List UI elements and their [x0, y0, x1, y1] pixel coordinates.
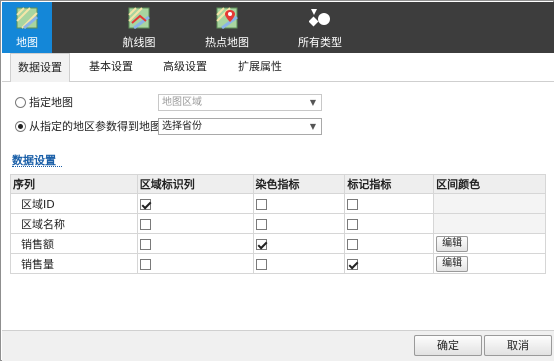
tab-advanced-settings[interactable]: 高级设置	[155, 53, 215, 82]
chart-type-label: 航线图	[122, 36, 156, 49]
series-name: 区域名称	[10, 213, 138, 234]
specified-map-option[interactable]: 指定地图	[15, 94, 155, 112]
series-name: 销售量	[10, 253, 138, 274]
map-region-select-value: 地图区域	[162, 97, 202, 108]
range-color-cell: 编辑	[433, 233, 546, 254]
hotspot-map-icon	[216, 7, 238, 30]
section-divider	[12, 166, 62, 167]
mark-metric-checkbox[interactable]	[347, 218, 359, 230]
mark-metric-checkbox[interactable]	[347, 258, 359, 270]
route-map-icon	[128, 7, 150, 30]
cancel-button[interactable]: 取消	[484, 335, 552, 356]
chart-type-hotspot-map[interactable]: 热点地图	[192, 2, 262, 53]
dialog-footer: 确定 取消	[2, 330, 554, 361]
series-name: 区域ID	[10, 193, 138, 214]
chart-type-label: 热点地图	[205, 36, 249, 49]
region-param-radio[interactable]	[15, 121, 26, 132]
chart-type-all-types[interactable]: 所有类型	[288, 2, 352, 53]
chevron-down-icon: ▼	[309, 98, 317, 107]
map-region-select[interactable]: 地图区域 ▼	[158, 94, 322, 111]
region-id-checkbox[interactable]	[139, 198, 151, 210]
range-color-cell: 编辑	[433, 253, 546, 274]
column-header: 区域标识列	[136, 174, 254, 194]
edit-range-color-button[interactable]: 编辑	[436, 255, 469, 272]
tab-data-settings[interactable]: 数据设置	[10, 53, 70, 83]
mark-metric-checkbox[interactable]	[347, 198, 359, 210]
range-color-cell	[433, 193, 546, 214]
chevron-down-icon: ▼	[309, 122, 317, 131]
column-header: 染色指标	[252, 174, 346, 194]
column-header: 序列	[10, 174, 138, 194]
column-header: 标记指标	[344, 174, 435, 194]
region-id-checkbox[interactable]	[139, 238, 151, 250]
data-settings-panel: 指定地图 地图区域 ▼ 从指定的地区参数得到地图 选择省份 ▼ 数据设置 序列 …	[2, 82, 554, 330]
settings-tabs: 数据设置 基本设置 高级设置 扩展属性	[2, 53, 554, 83]
all-types-icon	[308, 7, 331, 29]
tab-basic-settings[interactable]: 基本设置	[81, 53, 141, 82]
color-metric-checkbox[interactable]	[255, 238, 267, 250]
table-row: 销售额 编辑	[10, 233, 546, 254]
table-row: 销售量 编辑	[10, 253, 546, 274]
map-icon	[16, 7, 38, 30]
series-name: 销售额	[10, 233, 138, 254]
mark-metric-checkbox[interactable]	[347, 238, 359, 250]
color-metric-checkbox[interactable]	[255, 218, 267, 230]
region-id-checkbox[interactable]	[139, 218, 151, 230]
specified-map-radio[interactable]	[15, 97, 26, 108]
chart-properties-dialog: 地图 航线图 热点地图 所有类型 数据设置 基本设置 高级设置 扩展属性 指定地…	[0, 0, 554, 361]
edit-range-color-button[interactable]: 编辑	[436, 235, 469, 252]
table-row: 区域ID	[10, 193, 546, 214]
province-select-value: 选择省份	[162, 121, 202, 132]
table-row: 区域名称	[10, 213, 546, 234]
province-select[interactable]: 选择省份 ▼	[158, 118, 322, 135]
chart-type-label: 所有类型	[298, 36, 342, 49]
tab-extended-properties[interactable]: 扩展属性	[230, 53, 290, 82]
data-series-table: 序列 区域标识列 染色指标 标记指标 区间颜色 区域ID 区域名称 销售额 编辑…	[10, 174, 546, 274]
chart-type-label: 地图	[16, 36, 38, 49]
chart-type-route-map[interactable]: 航线图	[107, 2, 171, 53]
region-param-option[interactable]: 从指定的地区参数得到地图	[15, 118, 165, 136]
color-metric-checkbox[interactable]	[255, 198, 267, 210]
region-id-checkbox[interactable]	[139, 258, 151, 270]
range-color-cell	[433, 213, 546, 234]
table-header-row: 序列 区域标识列 染色指标 标记指标 区间颜色	[10, 174, 546, 194]
ok-button[interactable]: 确定	[414, 335, 482, 356]
color-metric-checkbox[interactable]	[255, 258, 267, 270]
chart-type-map[interactable]: 地图	[2, 2, 52, 53]
region-param-label: 从指定的地区参数得到地图	[29, 120, 161, 133]
chart-type-ribbon: 地图 航线图 热点地图 所有类型	[2, 2, 554, 53]
specified-map-label: 指定地图	[29, 96, 73, 109]
column-header: 区间颜色	[433, 174, 546, 194]
